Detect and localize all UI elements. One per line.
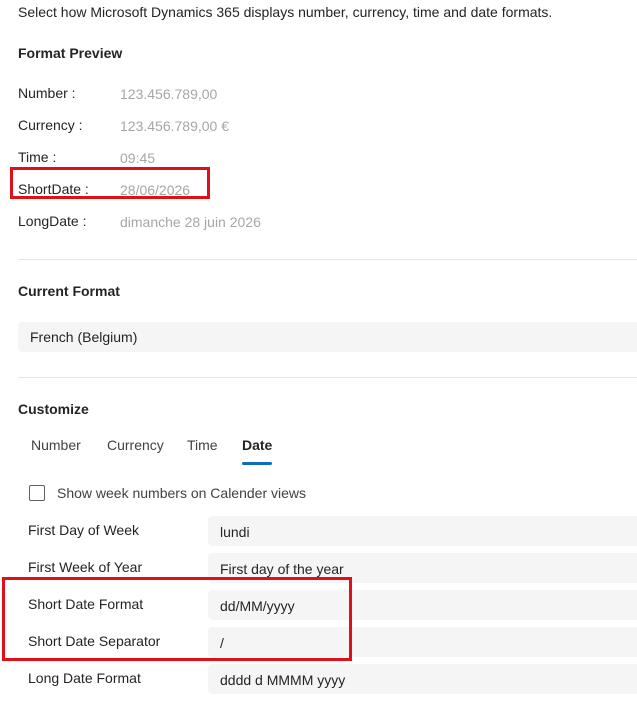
customize-title: Customize	[18, 401, 89, 417]
preview-currency-label: Currency :	[18, 117, 83, 133]
long-date-format-label: Long Date Format	[28, 670, 141, 686]
format-preview-title: Format Preview	[18, 45, 123, 61]
preview-number-value: 123.456.789,00	[120, 86, 218, 102]
shortdate-highlight-box	[10, 167, 210, 199]
divider	[18, 259, 637, 260]
long-date-format-select[interactable]: dddd d MMMM yyyy	[208, 664, 637, 694]
current-format-title: Current Format	[18, 283, 120, 299]
active-tab-indicator	[242, 462, 272, 465]
week-numbers-label[interactable]: Show week numbers on Calender views	[57, 485, 306, 501]
first-day-of-week-label: First Day of Week	[28, 522, 139, 538]
tab-time[interactable]: Time	[187, 437, 218, 453]
first-week-of-year-value: First day of the year	[220, 561, 344, 577]
tab-number[interactable]: Number	[31, 437, 81, 453]
first-day-of-week-value: lundi	[220, 524, 250, 540]
preview-longdate-label: LongDate :	[18, 213, 87, 229]
long-date-format-value: dddd d MMMM yyyy	[220, 672, 346, 688]
intro-text: Select how Microsoft Dynamics 365 displa…	[18, 4, 553, 20]
first-week-of-year-label: First Week of Year	[28, 559, 143, 575]
preview-time-label: Time :	[18, 149, 57, 165]
preview-currency-value: 123.456.789,00 €	[120, 118, 229, 134]
preview-time-value: 09:45	[120, 150, 156, 166]
short-date-fields-highlight-box	[2, 577, 352, 661]
preview-number-label: Number :	[18, 85, 76, 101]
first-day-of-week-select[interactable]: lundi	[208, 516, 637, 546]
preview-longdate-value: dimanche 28 juin 2026	[120, 214, 261, 230]
tab-date[interactable]: Date	[242, 437, 272, 453]
tab-currency[interactable]: Currency	[107, 437, 164, 453]
current-format-value: French (Belgium)	[30, 329, 138, 345]
current-format-select[interactable]: French (Belgium)	[18, 322, 637, 352]
divider	[18, 377, 637, 378]
week-numbers-checkbox[interactable]	[29, 485, 45, 501]
